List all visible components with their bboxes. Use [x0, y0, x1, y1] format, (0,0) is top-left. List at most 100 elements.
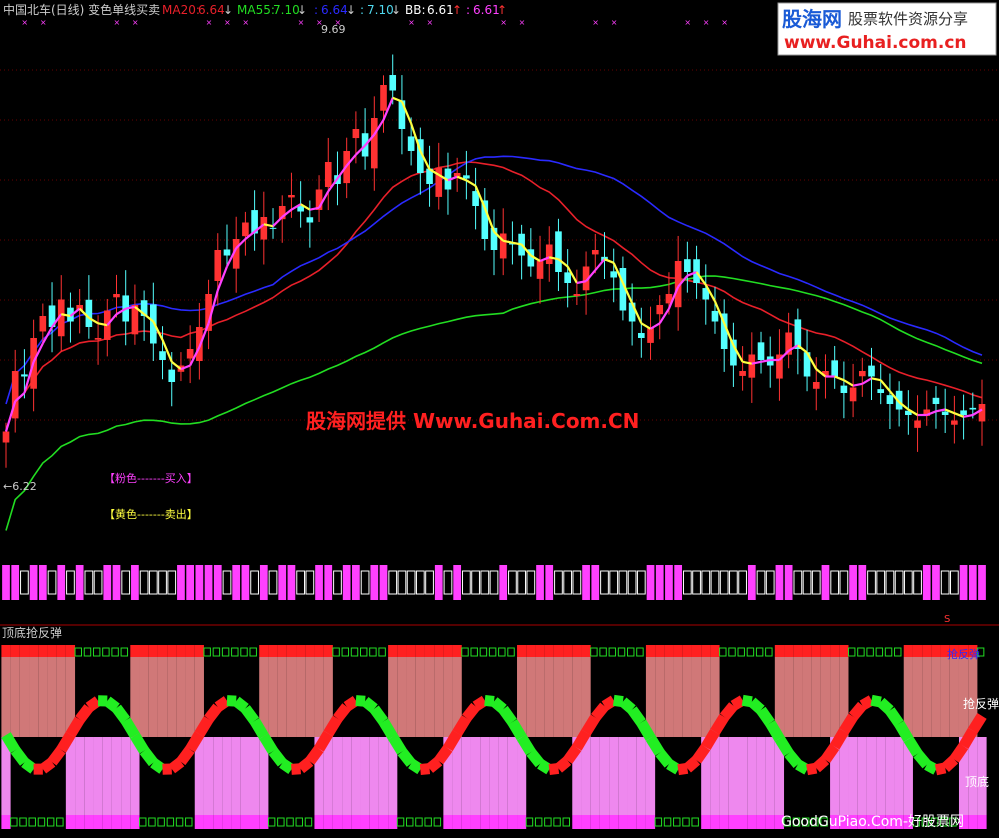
sub-ribbon	[139, 747, 158, 767]
strip-bar	[646, 565, 655, 600]
sub-upper-zone	[268, 657, 278, 737]
sub-top-band	[517, 645, 527, 657]
candle-body	[2, 431, 10, 443]
sub-bottom-band	[351, 815, 361, 829]
candle-body	[914, 420, 921, 428]
sub-lower-zone	[627, 737, 637, 815]
sub-ribbon	[168, 757, 185, 774]
sub-lower-zone	[636, 737, 646, 815]
sub-ribbon	[820, 743, 840, 764]
sub-lower-zone	[618, 737, 628, 815]
sub-lower-zone	[857, 737, 867, 815]
sub-ribbon	[39, 757, 56, 774]
signal-x-marker: ×	[113, 18, 120, 27]
sub-upper-zone	[148, 657, 158, 737]
sub-ribbon	[426, 756, 443, 773]
candle-body	[463, 175, 470, 179]
sub-ribbon	[645, 735, 665, 756]
sub-ribbon	[297, 757, 314, 774]
sub-lower-zone	[747, 737, 757, 815]
sub-lower-zone	[710, 737, 720, 815]
sub-ribbon	[291, 763, 301, 775]
strip-bar	[287, 565, 296, 600]
strip-bar	[665, 565, 673, 600]
sub-top-band	[167, 645, 177, 657]
sub-bottom-band	[111, 815, 122, 829]
sub-upper-zone	[314, 657, 324, 737]
bottom-watermark: GoodGuPiao.Com-好股票网	[781, 814, 964, 830]
sub-ribbon	[934, 762, 947, 776]
strip-bar	[922, 565, 931, 600]
sub-ribbon	[388, 733, 407, 755]
sub-lower-zone	[231, 737, 241, 815]
sub-lower-zone	[719, 737, 729, 815]
sub-bottom-band	[84, 815, 94, 829]
sub-top-band	[286, 645, 297, 657]
candle-body	[113, 294, 120, 298]
sub-ribbon	[774, 735, 794, 757]
strip-bar	[674, 565, 683, 600]
candle-body	[693, 259, 700, 283]
sub-lower-zone	[866, 737, 877, 815]
sub-ribbon	[848, 701, 867, 720]
sub-ribbon	[452, 715, 472, 736]
candle-body	[223, 249, 231, 256]
candle-body	[831, 360, 838, 377]
sub-ribbon	[21, 757, 37, 774]
sub-upper-zone	[535, 657, 545, 737]
sub-upper-zone	[572, 657, 582, 737]
sub-bottom-band	[977, 815, 987, 829]
sub-bottom-band	[443, 815, 453, 829]
sub-top-band	[194, 645, 204, 657]
sub-top-band	[673, 645, 683, 657]
sub-upper-zone	[176, 657, 186, 737]
sub-ribbon	[85, 696, 102, 712]
sub-bottom-band	[194, 815, 204, 829]
sub-bottom-band	[222, 815, 232, 829]
sub-ribbon	[677, 762, 689, 776]
strip-bar	[453, 565, 462, 600]
sub-upper-zone	[553, 657, 564, 737]
sub-lower-zone	[581, 737, 591, 815]
strip-bar	[352, 565, 360, 600]
sub-lower-zone	[378, 737, 389, 815]
sub-ribbon	[968, 713, 987, 734]
candle-body	[812, 382, 820, 389]
sub-bottom-band	[65, 815, 76, 829]
strip-bar	[959, 565, 968, 600]
strip-bar	[29, 565, 38, 600]
sub-ribbon	[655, 749, 674, 768]
sub-upper-zone	[157, 657, 168, 737]
sub-bottom-band	[645, 815, 656, 829]
sub-upper-zone	[526, 657, 536, 737]
sub-top-band	[29, 645, 39, 657]
sub-label-right: 抢反弹	[963, 696, 999, 711]
sub-ribbon	[47, 746, 66, 766]
strip-bar	[582, 565, 590, 600]
strip-bar	[784, 565, 793, 600]
strip-bar	[370, 565, 379, 600]
signal-x-marker: ×	[500, 18, 507, 27]
sub-ribbon	[10, 746, 29, 766]
sub-top-band	[839, 645, 849, 657]
sub-bottom-band	[369, 815, 379, 829]
candle-body	[370, 118, 378, 169]
sub-bottom-band	[498, 815, 508, 829]
sub-bottom-band	[599, 815, 610, 829]
sub-top-band	[701, 645, 711, 657]
sub-top-band	[830, 645, 840, 657]
sub-lower-zone	[75, 737, 85, 815]
value3-arrow-icon: ↓	[346, 3, 356, 17]
candle-body	[978, 404, 986, 422]
candle-body	[932, 397, 940, 404]
sub-bottom-band	[388, 815, 398, 829]
sub-lower-zone	[480, 737, 490, 815]
signal-x-marker: ×	[703, 18, 710, 27]
sub-upper-zone	[922, 657, 932, 737]
sub-bottom-band	[342, 815, 352, 829]
sub-top-band	[553, 645, 564, 657]
sub-bottom-band	[203, 815, 214, 829]
candle-body	[94, 338, 102, 340]
sub-ribbon	[619, 697, 636, 714]
sub-ribbon	[666, 759, 681, 775]
